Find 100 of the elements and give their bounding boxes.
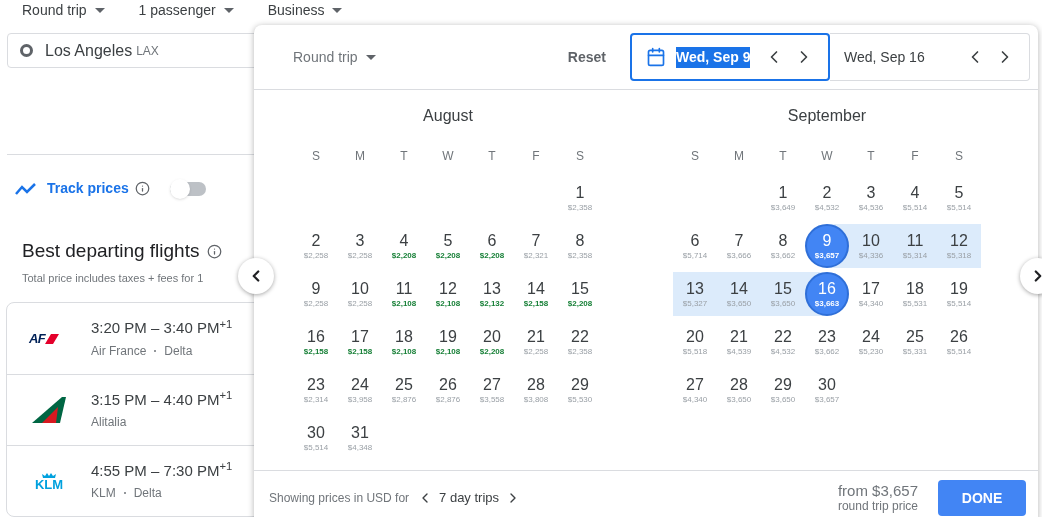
calendar-day[interactable]: 3 $2,258 [338, 224, 382, 268]
airline-logo: AF [29, 328, 69, 349]
weekday-label: F [531, 148, 541, 165]
calendar-day[interactable]: 20 $5,518 [673, 320, 717, 364]
calendar-day[interactable]: 7 $3,666 [717, 224, 761, 268]
weekday-label: F [910, 148, 920, 165]
calendar-day[interactable]: 22 $2,358 [558, 320, 602, 364]
calendar-day[interactable]: 30 $3,657 [805, 368, 849, 412]
trip-length: 7 day trips [439, 489, 500, 508]
calendar-day[interactable]: 15 $3,650 [761, 272, 805, 316]
calendar-day[interactable]: 13 $5,327 [673, 272, 717, 316]
origin-city: Los Angeles [45, 40, 133, 61]
calendar-day[interactable]: 21 $4,539 [717, 320, 761, 364]
calendar-day[interactable]: 17 $4,340 [849, 272, 893, 316]
info-icon[interactable] [207, 243, 223, 259]
calendar-day[interactable]: 6 $5,714 [673, 224, 717, 268]
calendar-day[interactable]: 7 $2,321 [514, 224, 558, 268]
calendar-day[interactable]: 17 $2,158 [338, 320, 382, 364]
airline-name: Delta [133, 485, 162, 503]
airport-code: LAX [136, 42, 159, 60]
calendar-day[interactable]: 2 $4,532 [805, 176, 849, 220]
calendar-day[interactable]: 21 $2,258 [514, 320, 558, 364]
calendar-day[interactable]: 24 $3,958 [338, 368, 382, 412]
weekday-label: S [575, 148, 585, 165]
calendar-day[interactable]: 23 $2,314 [294, 368, 338, 412]
from-price: from $3,657 [837, 483, 918, 499]
airline-name: Alitalia [91, 414, 127, 432]
calendar-day[interactable]: 14 $2,158 [514, 272, 558, 316]
calendar-day[interactable]: 25 $5,331 [893, 320, 937, 364]
calendar-day[interactable]: 30 $5,514 [294, 416, 338, 460]
airline-logo: KLM [29, 471, 69, 491]
reset-button[interactable]: Reset [559, 40, 614, 74]
calendar-day[interactable]: 8 $2,358 [558, 224, 602, 268]
calendar-day[interactable]: 3 $4,536 [849, 176, 893, 220]
calendar-day[interactable]: 18 $5,531 [893, 272, 937, 316]
weekday-label: M [733, 148, 745, 165]
currency-note: Showing prices in USD for [269, 490, 410, 507]
calendar-day[interactable]: 1 $2,358 [558, 176, 602, 220]
option-dropdown[interactable]: 1 passenger [138, 0, 234, 21]
calendar-day[interactable]: 23 $3,662 [805, 320, 849, 364]
calendar-day[interactable]: 27 $3,558 [470, 368, 514, 412]
calendar-day[interactable]: 6 $2,208 [470, 224, 514, 268]
date-field[interactable]: Wed, Sep 16 [830, 33, 1030, 81]
calendar-icon [646, 47, 666, 67]
weekday-label: W [441, 148, 455, 165]
calendar-day[interactable]: 28 $3,650 [717, 368, 761, 412]
weekday-label: M [354, 148, 366, 165]
calendar-day[interactable]: 28 $3,808 [514, 368, 558, 412]
flight-times: 3:15 PM – 4:40 PM$^{+1}$ [91, 388, 233, 410]
calendar-day[interactable]: 5 $5,514 [937, 176, 981, 220]
calendar-day[interactable]: 29 $3,650 [761, 368, 805, 412]
calendar-day[interactable]: 8 $3,662 [761, 224, 805, 268]
calendar-day[interactable]: 1 $3,649 [761, 176, 805, 220]
calendar-day[interactable]: 18 $2,108 [382, 320, 426, 364]
calendar-day[interactable]: 24 $5,230 [849, 320, 893, 364]
month-title: September [786, 106, 868, 126]
option-dropdown[interactable]: Round trip [22, 0, 105, 21]
weekday-label: T [399, 148, 409, 165]
trip-type-dropdown[interactable]: Round trip [293, 46, 376, 68]
calendar-day[interactable]: 11 $5,314 [893, 224, 937, 268]
calendar-day[interactable]: 10 $4,336 [849, 224, 893, 268]
date-value: Wed, Sep 16 [844, 47, 925, 67]
calendar-day[interactable]: 25 $2,876 [382, 368, 426, 412]
calendar-day[interactable]: 20 $2,208 [470, 320, 514, 364]
track-prices-toggle[interactable] [169, 181, 206, 196]
calendar-day[interactable]: 29 $5,530 [558, 368, 602, 412]
dropdown-caret-icon [223, 7, 234, 13]
calendar-day[interactable]: 22 $4,532 [761, 320, 805, 364]
date-field[interactable]: Wed, Sep 9 [630, 33, 830, 81]
calendar-day[interactable]: 4 $5,514 [893, 176, 937, 220]
calendar-day[interactable]: 12 $2,108 [426, 272, 470, 316]
weekday-label: W [820, 148, 834, 165]
calendar-day[interactable]: 19 $2,108 [426, 320, 470, 364]
calendar-day[interactable]: 27 $4,340 [673, 368, 717, 412]
calendar-day[interactable]: 14 $3,650 [717, 272, 761, 316]
calendar-day[interactable]: 15 $2,208 [558, 272, 602, 316]
calendar-day[interactable]: 16 $2,158 [294, 320, 338, 364]
calendar-day[interactable]: 26 $2,876 [426, 368, 470, 412]
calendar-day[interactable]: 13 $2,132 [470, 272, 514, 316]
previous-month-button[interactable] [238, 258, 274, 294]
calendar-day[interactable]: 9 $2,258 [294, 272, 338, 316]
calendar-day[interactable]: 10 $2,258 [338, 272, 382, 316]
calendar-day[interactable]: 9 $3,657 [805, 224, 849, 268]
weekday-label: T [866, 148, 876, 165]
option-dropdown[interactable]: Business [267, 0, 343, 21]
calendar-day[interactable]: 11 $2,108 [382, 272, 426, 316]
done-button[interactable]: DONE [938, 480, 1026, 516]
flight-row[interactable]: AF 3:20 PM – 3:40 PM$^{+1}$ Air France Delta [7, 303, 254, 374]
calendar-day[interactable]: 26 $5,514 [937, 320, 981, 364]
weekday-label: T [778, 148, 788, 165]
info-icon[interactable] [134, 181, 150, 196]
calendar-day[interactable]: 12 $5,318 [937, 224, 981, 268]
calendar-day[interactable]: 2 $2,258 [294, 224, 338, 268]
calendar-day[interactable]: 4 $2,208 [382, 224, 426, 268]
calendar-day[interactable]: 5 $2,208 [426, 224, 470, 268]
calendar-day[interactable]: 19 $5,514 [937, 272, 981, 316]
section-subtitle: Total price includes taxes + fees for 1 [22, 270, 205, 286]
calendar-day[interactable]: 31 $4,348 [338, 416, 382, 460]
airline-name: Air France [91, 342, 147, 360]
calendar-day[interactable]: 16 $3,663 [805, 272, 849, 316]
